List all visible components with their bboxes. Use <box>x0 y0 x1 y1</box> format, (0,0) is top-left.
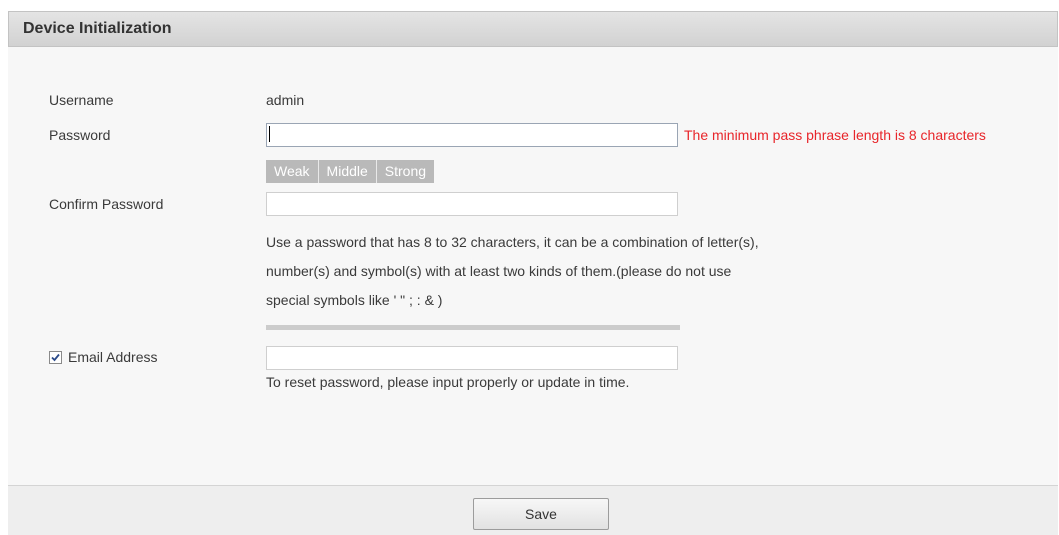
confirm-password-label: Confirm Password <box>49 196 164 212</box>
hint-line: special symbols like ' " ; : & ) <box>266 292 443 308</box>
email-input[interactable] <box>266 346 678 370</box>
email-label[interactable]: Email Address <box>68 349 157 365</box>
title-bar: Device Initialization <box>8 11 1058 47</box>
hint-line: Use a password that has 8 to 32 characte… <box>266 234 759 250</box>
email-reset-hint: To reset password, please input properly… <box>266 374 630 390</box>
save-button[interactable]: Save <box>473 498 609 530</box>
password-strength-meter: Weak Middle Strong <box>266 160 435 183</box>
email-checkbox[interactable] <box>49 351 62 364</box>
username-label: Username <box>49 92 114 108</box>
section-divider <box>266 325 680 330</box>
checkmark-icon <box>51 353 60 362</box>
strength-weak: Weak <box>266 160 319 183</box>
password-length-error: The minimum pass phrase length is 8 char… <box>684 127 986 143</box>
strength-strong: Strong <box>384 163 427 179</box>
window-title: Device Initialization <box>23 20 172 37</box>
confirm-password-input[interactable] <box>266 192 678 216</box>
text-caret <box>269 126 270 142</box>
password-rules-hint: Use a password that has 8 to 32 characte… <box>266 228 886 315</box>
form-panel: Username admin Password The minimum pass… <box>8 47 1058 485</box>
top-edge <box>8 0 1058 11</box>
username-value: admin <box>266 92 305 108</box>
password-input[interactable] <box>266 123 678 147</box>
hint-line: number(s) and symbol(s) with at least tw… <box>266 263 732 279</box>
strength-middle: Middle <box>319 160 377 183</box>
footer-bar: Save <box>8 485 1058 535</box>
password-label: Password <box>49 127 111 143</box>
